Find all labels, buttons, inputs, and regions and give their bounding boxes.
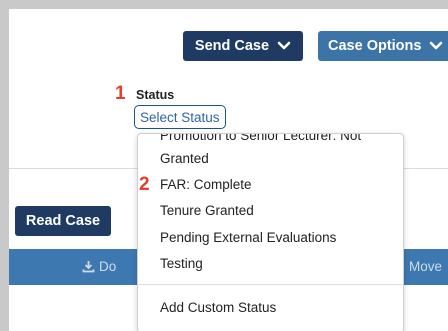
dropdown-divider [138, 284, 403, 285]
status-option-tenure-granted[interactable]: Tenure Granted [160, 203, 254, 218]
download-icon [82, 261, 95, 273]
status-option-promotion[interactable]: Promotion to Senior Lecturer: Not [160, 134, 361, 143]
step-marker-2: 2 [139, 174, 150, 195]
add-custom-status-option[interactable]: Add Custom Status [160, 300, 276, 315]
status-option-far-complete[interactable]: FAR: Complete [160, 177, 252, 192]
send-case-label: Send Case [194, 38, 270, 54]
download-label: Do [99, 259, 117, 274]
read-case-button[interactable]: Read Case [15, 206, 111, 236]
step-marker-1: 1 [115, 83, 126, 104]
read-case-label: Read Case [25, 213, 101, 229]
case-panel: Send Case Case Options 1 Status Select S… [9, 9, 448, 331]
chevron-down-icon [430, 41, 443, 50]
status-label: Status [136, 88, 175, 102]
chevron-down-icon [277, 41, 291, 50]
status-option-granted[interactable]: Granted [160, 151, 209, 166]
move-label: Move [409, 259, 443, 274]
case-options-button[interactable]: Case Options [318, 31, 448, 61]
status-option-pending-external-evaluations[interactable]: Pending External Evaluations [160, 230, 336, 245]
select-status-label: Select Status [140, 109, 220, 125]
case-options-label: Case Options [328, 38, 422, 54]
select-status-button[interactable]: Select Status [134, 105, 226, 129]
download-button[interactable]: Do [82, 259, 116, 274]
status-option-testing[interactable]: Testing [160, 256, 203, 271]
send-case-button[interactable]: Send Case [183, 31, 303, 61]
status-dropdown-menu: Promotion to Senior Lecturer: Not Grante… [137, 133, 404, 331]
